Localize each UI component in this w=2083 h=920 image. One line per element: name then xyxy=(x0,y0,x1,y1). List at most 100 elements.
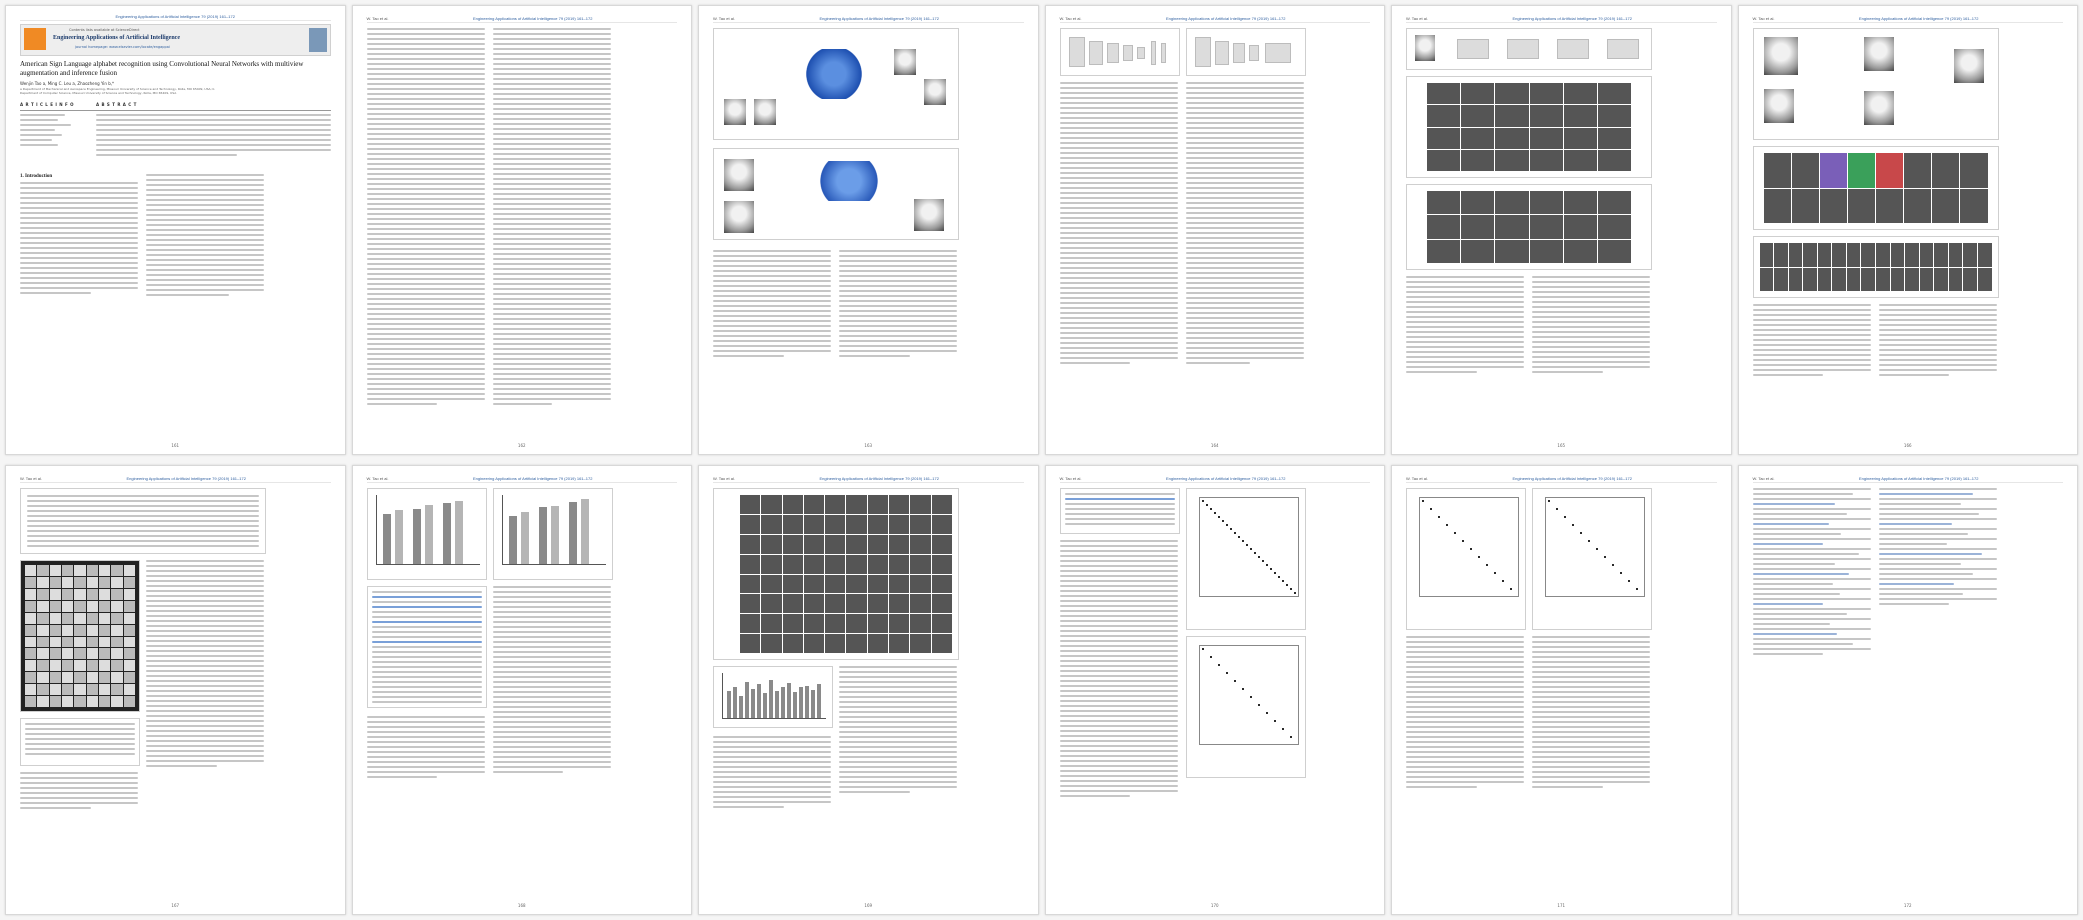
figure-confusion-matrix-2 xyxy=(1185,636,1306,778)
running-header-journal[interactable]: Engineering Applications of Artificial I… xyxy=(1166,16,1285,21)
running-header-journal[interactable]: Engineering Applications of Artificial I… xyxy=(1859,476,1978,481)
running-header: W. Tao et al. Engineering Applications o… xyxy=(1752,14,2063,23)
running-author: W. Tao et al. xyxy=(1059,475,1082,481)
page-number: 162 xyxy=(517,443,526,448)
page-number: 168 xyxy=(517,903,526,908)
journal-homepage[interactable]: journal homepage: www.elsevier.com/locat… xyxy=(75,45,170,49)
page-number: 166 xyxy=(1903,443,1912,448)
article-info-text xyxy=(20,114,84,149)
running-header-journal[interactable]: Engineering Applications of Artificial I… xyxy=(473,476,592,481)
figure-cnn-architecture-2 xyxy=(1185,28,1306,76)
running-header: Engineering Applications of Artificial I… xyxy=(20,12,331,21)
page-9[interactable]: W. Tao et al. Engineering Applications o… xyxy=(698,465,1039,915)
running-author: W. Tao et al. xyxy=(20,475,42,481)
hand-view-6 xyxy=(914,199,944,231)
page-grid: Contents lists available at ScienceDirec… xyxy=(5,5,2078,915)
paper-title: American Sign Language alphabet recognit… xyxy=(20,60,304,77)
figure-multiview xyxy=(713,28,959,140)
figure-confusion-matrix-3 xyxy=(1406,488,1526,630)
running-author: W. Tao et al. xyxy=(1406,15,1428,21)
running-header: W. Tao et al. Engineering Applications o… xyxy=(1059,14,1370,23)
intro-heading: 1. Introduction xyxy=(20,174,53,179)
running-header-journal[interactable]: Engineering Applications of Artificial I… xyxy=(1859,16,1978,21)
abstract-label: A B S T R A C T xyxy=(96,102,137,107)
running-header: W. Tao et al. Engineering Applications o… xyxy=(1406,14,1717,23)
paper-authors: Wenjin Tao a, Ming C. Leu a, Zhaozheng Y… xyxy=(20,81,114,86)
page-5[interactable]: W. Tao et al. Engineering Applications o… xyxy=(1391,5,1732,455)
page-1[interactable]: Contents lists available at ScienceDirec… xyxy=(5,5,346,455)
figure-augmentation-samples xyxy=(1752,146,1999,230)
figure-sample-strip xyxy=(1752,236,1999,298)
hand-pointcloud-2 xyxy=(814,161,884,201)
figure-confusion-matrix-1 xyxy=(1185,488,1306,630)
page-11[interactable]: W. Tao et al. Engineering Applications o… xyxy=(1391,465,1732,915)
running-header: W. Tao et al. Engineering Applications o… xyxy=(366,14,677,23)
running-header-journal[interactable]: Engineering Applications of Artificial I… xyxy=(473,16,592,21)
running-header: W. Tao et al. Engineering Applications o… xyxy=(1059,474,1370,483)
running-header-journal[interactable]: Engineering Applications of Artificial I… xyxy=(1513,476,1632,481)
contents-line: Contents lists available at ScienceDirec… xyxy=(69,28,140,32)
page-2[interactable]: W. Tao et al. Engineering Applications o… xyxy=(351,5,692,455)
article-info-label: A R T I C L E I N F O xyxy=(20,102,75,107)
figure-cnn-architecture xyxy=(1059,28,1180,76)
running-header: W. Tao et al. Engineering Applications o… xyxy=(1752,474,2063,483)
page-number: 169 xyxy=(864,903,873,908)
page-number: 170 xyxy=(1210,903,1219,908)
page-6[interactable]: W. Tao et al. Engineering Applications o… xyxy=(1737,5,2078,455)
figure-histogram xyxy=(713,666,833,728)
intro-column: 1. Introduction xyxy=(20,174,138,294)
page-3[interactable]: W. Tao et al. Engineering Applications o… xyxy=(698,5,1039,455)
hand-view-2 xyxy=(754,99,776,125)
running-header-journal[interactable]: Engineering Applications of Artificial I… xyxy=(127,476,246,481)
running-author: W. Tao et al. xyxy=(1059,15,1082,21)
journal-name: Engineering Applications of Artificial I… xyxy=(53,35,180,41)
figure-bar-plot-1 xyxy=(366,488,487,580)
confusion-matrix-grid xyxy=(1198,497,1299,597)
hand-pointcloud xyxy=(804,49,864,99)
page-12[interactable]: W. Tao et al. Engineering Applications o… xyxy=(1737,465,2078,915)
figure-bar-plot-2 xyxy=(492,488,613,580)
running-author: W. Tao et al. xyxy=(366,15,389,21)
page-number: 161 xyxy=(171,443,180,448)
running-header: W. Tao et al. Engineering Applications o… xyxy=(366,474,677,483)
page-8[interactable]: W. Tao et al. Engineering Applications o… xyxy=(351,465,692,915)
page-number: 167 xyxy=(171,903,180,908)
running-author: W. Tao et al. xyxy=(366,475,389,481)
table-results xyxy=(20,488,266,554)
figure-feature-maps xyxy=(20,560,140,712)
running-header: W. Tao et al. Engineering Applications o… xyxy=(713,474,1024,483)
hand-view-3 xyxy=(894,49,916,75)
figure-confusion-matrix-4 xyxy=(1532,488,1652,630)
page-number: 172 xyxy=(1903,903,1912,908)
page-10[interactable]: W. Tao et al. Engineering Applications o… xyxy=(1044,465,1385,915)
paper-affiliations: a Department of Mechanical and Aerospace… xyxy=(20,87,215,95)
abstract-text xyxy=(96,114,331,159)
journal-header: Contents lists available at ScienceDirec… xyxy=(20,24,331,56)
running-header-journal[interactable]: Engineering Applications of Artificial I… xyxy=(820,476,939,481)
page-number: 164 xyxy=(1210,443,1219,448)
running-header: W. Tao et al. Engineering Applications o… xyxy=(20,474,331,483)
running-header-journal[interactable]: Engineering Applications of Artificial I… xyxy=(820,16,939,21)
table-comparison xyxy=(366,586,487,708)
hand-view-5 xyxy=(724,159,754,191)
running-author: W. Tao et al. xyxy=(713,475,735,481)
elsevier-logo xyxy=(24,28,46,50)
page-number: 163 xyxy=(864,443,873,448)
figure-inference-fusion xyxy=(1406,28,1652,70)
page-number: 165 xyxy=(1557,443,1566,448)
running-header: W. Tao et al. Engineering Applications o… xyxy=(713,14,1024,23)
running-header: W. Tao et al. Engineering Applications o… xyxy=(1406,474,1717,483)
running-header-journal[interactable]: Engineering Applications of Artificial I… xyxy=(116,14,235,19)
page-number: 171 xyxy=(1557,903,1566,908)
page-7[interactable]: W. Tao et al. Engineering Applications o… xyxy=(5,465,346,915)
running-author: W. Tao et al. xyxy=(1752,15,1775,21)
journal-cover-image xyxy=(308,28,327,52)
running-header-journal[interactable]: Engineering Applications of Artificial I… xyxy=(1513,16,1632,21)
hand-view-4 xyxy=(924,79,946,105)
figure-views xyxy=(713,148,959,240)
figure-depth-samples-2 xyxy=(1406,184,1652,270)
running-header-journal[interactable]: Engineering Applications of Artificial I… xyxy=(1166,476,1285,481)
figure-visualization-grid xyxy=(713,488,959,660)
page-4[interactable]: W. Tao et al. Engineering Applications o… xyxy=(1044,5,1385,455)
running-author: W. Tao et al. xyxy=(713,15,735,21)
